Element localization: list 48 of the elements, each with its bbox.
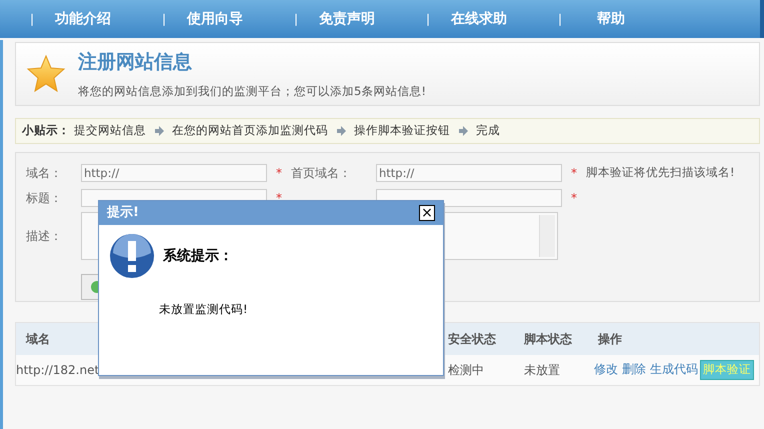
required-mark: * — [570, 190, 578, 206]
tips-label: 小贴示： — [22, 122, 70, 140]
action-link[interactable]: 生成代码 — [648, 360, 700, 378]
scrollbar[interactable] — [539, 215, 555, 257]
nav-separator: | — [160, 11, 166, 28]
nav-link[interactable]: 在线求助 — [430, 8, 528, 30]
column-header: 操作 — [596, 331, 623, 348]
table-cell-text: 未放置 — [523, 362, 561, 379]
page-subtitle: 将您的网站信息添加到我们的监测平台；您可以添加5条网站信息! — [78, 82, 426, 100]
tip-step: 完成 — [476, 122, 500, 140]
nav-separator: | — [556, 11, 562, 28]
required-mark: * — [275, 164, 283, 182]
nav-link[interactable]: 使用向导 — [166, 8, 264, 30]
nav-link[interactable]: 帮助 — [562, 8, 660, 30]
dialog-message: 未放置监测代码! — [159, 301, 249, 318]
arrow-icon — [336, 126, 346, 136]
field-label: 首页域名： — [291, 164, 352, 182]
nav-link[interactable]: 免责声明 — [298, 8, 396, 30]
dialog-heading: 系统提示： — [163, 246, 233, 266]
field-label: 域名： — [26, 164, 63, 182]
input-field[interactable]: http:// — [376, 164, 562, 182]
column-header: 脚本状态 — [522, 331, 573, 348]
table-cell-text: 检测中 — [447, 362, 485, 379]
star-icon — [26, 54, 66, 94]
action-link[interactable]: 修改 — [592, 360, 620, 378]
page-title: 注册网站信息 — [78, 50, 193, 76]
field-label: 描述： — [26, 228, 63, 245]
table-cell-text: http://182.net — [16, 362, 100, 379]
close-button[interactable]: × — [419, 205, 435, 221]
arrow-icon — [458, 126, 468, 136]
nav-separator: | — [424, 11, 430, 28]
field-label: 标题： — [26, 190, 63, 206]
tip-step: 在您的网站首页添加监测代码 — [172, 122, 328, 140]
column-header: 域名 — [24, 331, 51, 348]
action-link[interactable]: 删除 — [620, 360, 648, 378]
nav-separator: | — [292, 11, 298, 28]
required-mark: * — [275, 190, 283, 206]
dialog-title: 提示! — [107, 204, 139, 222]
required-mark: * — [570, 164, 578, 182]
nav-link[interactable]: 功能介绍 — [34, 8, 132, 30]
nav-separator: | — [28, 11, 34, 28]
tip-step: 操作脚本验证按钮 — [354, 122, 450, 140]
arrow-icon — [154, 126, 164, 136]
tip-step: 提交网站信息 — [74, 122, 146, 140]
field-note: 脚本验证将优先扫描该域名! — [586, 164, 735, 181]
input-field[interactable]: http:// — [81, 164, 267, 182]
column-header: 安全状态 — [447, 331, 497, 348]
exclamation-icon — [109, 233, 155, 279]
